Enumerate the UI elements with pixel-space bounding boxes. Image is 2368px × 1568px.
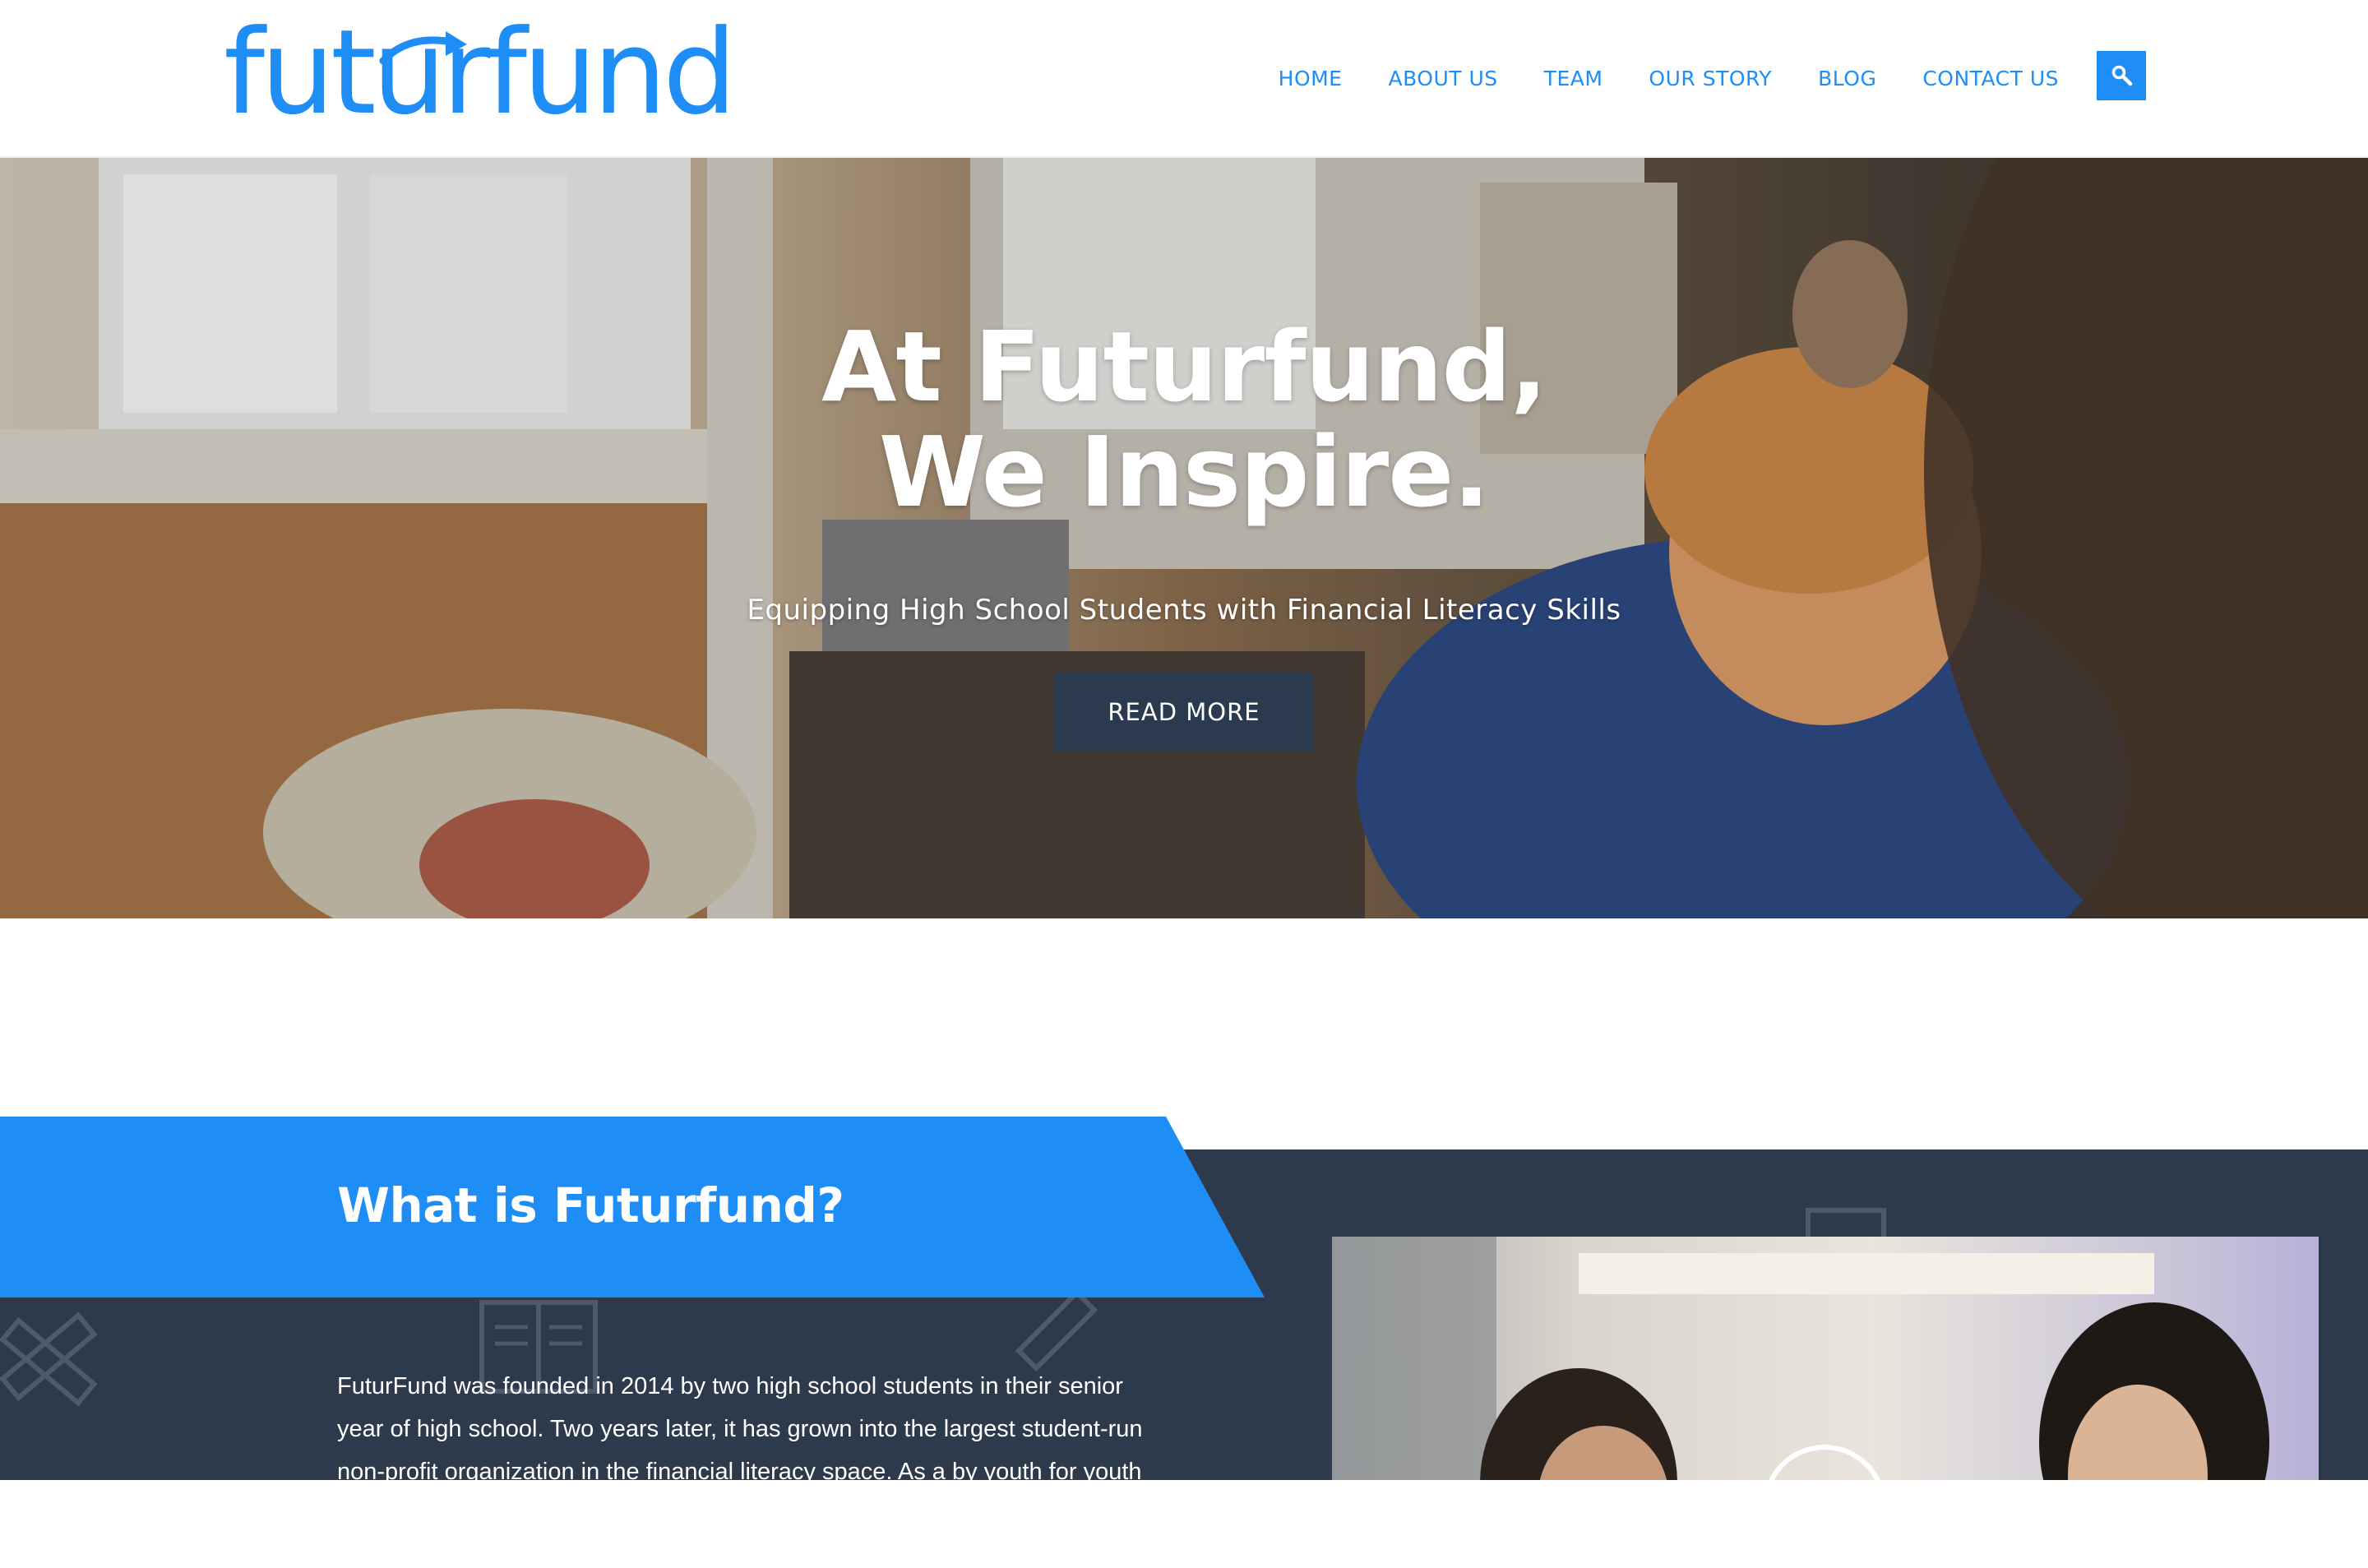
site-header: futurfund HOME ABOUT US TEAM OUR STORY B… — [0, 0, 2368, 158]
nav-team[interactable]: TEAM — [1544, 67, 1603, 90]
hero-overlay — [0, 158, 2368, 918]
play-icon[interactable] — [1763, 1445, 1886, 1568]
logo-text: futurfund — [224, 5, 737, 141]
about-body-text: FuturFund was founded in 2014 by two hig… — [337, 1373, 1143, 1485]
nav-our-story[interactable]: OUR STORY — [1649, 67, 1772, 90]
main-nav: HOME ABOUT US TEAM OUR STORY BLOG CONTAC… — [1279, 58, 2059, 99]
search-button[interactable] — [2097, 51, 2146, 100]
nav-about-us[interactable]: ABOUT US — [1388, 67, 1497, 90]
nav-home[interactable]: HOME — [1279, 67, 1343, 90]
futurfund-logo[interactable]: futurfund — [224, 12, 737, 135]
hero-title-line1: At Futurfund, — [821, 310, 1547, 423]
read-more-button[interactable]: READ MORE — [1054, 673, 1314, 752]
about-heading: What is Futurfund? — [337, 1177, 844, 1233]
hero-subtitle: Equipping High School Students with Fina… — [747, 594, 1621, 627]
about-video-thumbnail[interactable] — [1332, 1237, 2319, 1480]
ruler-pencil-icon — [0, 1311, 98, 1407]
hero-section: At Futurfund, We Inspire. Equipping High… — [0, 158, 2368, 918]
hero-title: At Futurfund, We Inspire. — [0, 314, 2368, 525]
search-icon — [2111, 65, 2133, 86]
nav-blog[interactable]: BLOG — [1818, 67, 1876, 90]
hero-title-line2: We Inspire. — [878, 415, 1490, 529]
students-photo — [1332, 1237, 2269, 1480]
nav-contact-us[interactable]: CONTACT US — [1922, 67, 2059, 90]
logo-arrow-icon — [379, 31, 467, 65]
